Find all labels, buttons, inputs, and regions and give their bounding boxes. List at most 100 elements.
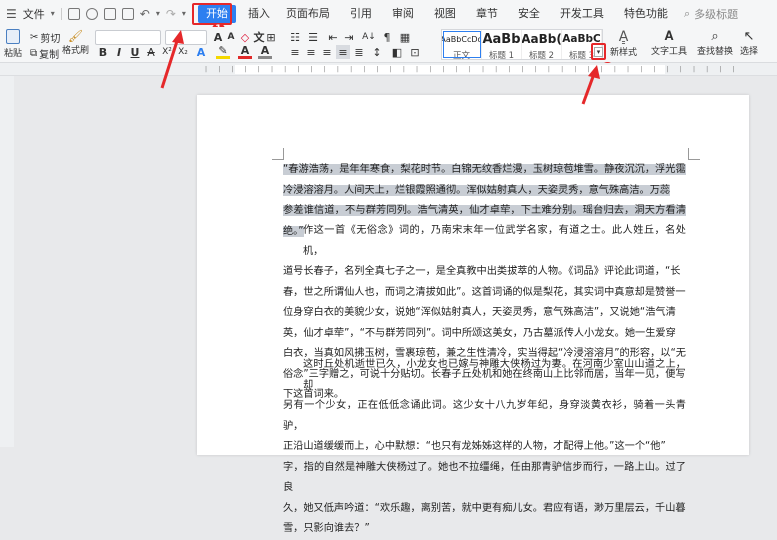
strikethrough-icon[interactable]: A	[144, 45, 158, 59]
select-button[interactable]: ↖ 选择	[740, 29, 758, 57]
bold-button[interactable]: B	[96, 45, 110, 59]
cut-button[interactable]: ✂ 剪切	[30, 30, 60, 45]
subscript-icon[interactable]: X₂	[176, 45, 190, 59]
paste-icon	[6, 29, 20, 44]
font-size-select[interactable]	[165, 30, 207, 45]
margin-corner-tr	[688, 148, 700, 160]
tab-features[interactable]: 特色功能	[614, 0, 678, 27]
font-name-select[interactable]	[95, 30, 161, 45]
shrink-font-icon[interactable]: A	[224, 30, 238, 44]
line-spacing-icon[interactable]: ↕	[370, 45, 384, 59]
tab-developer[interactable]: 开发工具	[550, 0, 614, 27]
numbering-icon[interactable]: ☰	[306, 30, 320, 44]
bullets-icon[interactable]: ☷	[288, 30, 302, 44]
select-label: 选择	[740, 47, 759, 57]
style-heading-2[interactable]: AaBb( 标题 2	[522, 30, 562, 59]
undo-icon[interactable]: ↶	[140, 7, 150, 21]
vertical-ruler[interactable]	[0, 76, 14, 447]
quote-line: 冷浸溶溶月。人间天上，烂银霞照通彻。浑似姑射真人，天姿灵秀，意气殊高洁。万蕊	[283, 181, 686, 202]
text-tools-label: 文字工具	[651, 47, 688, 57]
clear-format-icon[interactable]: ◇	[238, 30, 252, 44]
margin-corner-tl	[272, 148, 284, 160]
underline-button[interactable]: U	[128, 45, 142, 59]
text-line: 另有一个少女，正在低低念诵此词。这少女十八九岁年纪，身穿淡黄衣衫，骑着一头青驴，	[283, 400, 686, 432]
quote-text: 冷浸溶溶月。人间天上，烂银霞照通彻。浑似姑射真人，天姿灵秀，意气殊高洁。万蕊	[283, 184, 671, 196]
new-style-icon: A͇	[618, 29, 629, 45]
highlight-icon[interactable]: ✎	[216, 44, 230, 59]
font-color-icon[interactable]: A	[238, 44, 252, 59]
menu-icon[interactable]: ☰	[6, 7, 17, 21]
style-name: 标题 1	[488, 51, 515, 59]
search-box[interactable]: ⌕ 多级标题	[684, 6, 738, 22]
quote-line: “春游浩荡，是年年寒食，梨花时节。白锦无纹香烂漫，玉树琼苞堆雪。静夜沉沉，浮光霭	[283, 160, 686, 181]
new-style-button[interactable]: A͇ 新样式	[610, 29, 637, 58]
divider	[60, 7, 62, 20]
ribbon-toolbar: 粘贴 ✂ 剪切 ⧉ 复制 🖌 格式刷 A A ◇ 文 ⊞ B I U A X² X₂…	[0, 27, 777, 75]
save-icon[interactable]	[67, 7, 80, 20]
file-menu[interactable]: 文件	[23, 6, 45, 22]
paste-button[interactable]: 粘贴	[4, 29, 22, 59]
chevron-down-icon[interactable]: ▾	[51, 9, 55, 18]
text-line: 这时丘处机逝世已久，小龙女也已嫁与神雕大侠杨过为妻。在河南少室山山道之上，却	[303, 359, 686, 391]
cursor-icon: ↖	[743, 29, 755, 44]
highlight-box-home	[191, 3, 232, 25]
text-line: 道号长春子，名列全真七子之一，是全真教中出类拔萃的人物。《词品》评论此词道，“长	[283, 266, 681, 277]
brush-icon: 🖌	[67, 29, 84, 43]
tab-review[interactable]: 审阅	[382, 0, 424, 27]
tab-references[interactable]: 引用	[340, 0, 382, 27]
find-replace-label: 查找替换	[697, 47, 734, 57]
style-preview: AaBbCcDd	[442, 35, 482, 44]
horizontal-ruler[interactable]: | | | | | | | | | | | | | | | | | | | | | | | | | | | | | | | | | | | | | | | |…	[0, 63, 777, 76]
decrease-indent-icon[interactable]: ⇤	[326, 30, 340, 44]
style-name: 正文	[452, 51, 470, 59]
text-line: 位身穿白衣的美貌少女，说她“浑似姑射真人，天姿灵秀，意气殊高洁”，又说她“浩气清	[283, 307, 676, 318]
style-gallery: AaBbCcDd 正文 AaBb 标题 1 AaBb( 标题 2 AaBbC 标…	[441, 29, 603, 60]
tab-chapter[interactable]: 章节	[466, 0, 508, 27]
justify-icon[interactable]: ≡	[336, 45, 350, 59]
increase-indent-icon[interactable]: ⇥	[342, 30, 356, 44]
text-line: 作这一首《无俗念》词的，乃南宋末年一位武学名家，有道之士。此人姓丘，名处机，	[303, 225, 686, 257]
style-preview: AaBb(	[522, 32, 562, 46]
cut-label: 剪切	[40, 34, 61, 45]
print-preview-icon[interactable]	[121, 7, 134, 20]
tab-page-layout[interactable]: 页面布局	[276, 0, 340, 27]
quick-access: ☰ 文件 ▾ ↶ ▾ ↷ ▾	[0, 6, 192, 22]
align-left-icon[interactable]: ≡	[288, 45, 302, 59]
align-right-icon[interactable]: ≡	[320, 45, 334, 59]
text-effect-icon[interactable]: A	[194, 45, 208, 59]
shading-icon[interactable]: ◧	[390, 45, 404, 59]
table-icon[interactable]: ▦	[398, 30, 412, 44]
find-replace-button[interactable]: ⌕ 查找替换	[697, 29, 733, 57]
quote-text: “春游浩荡，是年年寒食，梨花时节。白锦无纹香烂漫，玉树琼苞堆雪。静夜沉沉，浮光霭	[283, 164, 686, 175]
tab-view[interactable]: 视图	[424, 0, 466, 27]
sort-icon[interactable]: A↓	[362, 30, 376, 44]
char-shading-icon[interactable]: A	[258, 44, 272, 59]
style-heading-1[interactable]: AaBb 标题 1	[482, 30, 522, 59]
find-icon: ⌕	[711, 29, 719, 44]
show-marks-icon[interactable]: ¶	[380, 30, 394, 44]
copy-button[interactable]: ⧉ 复制	[30, 46, 59, 61]
distribute-icon[interactable]: ≣	[352, 45, 366, 59]
superscript-icon[interactable]: X²	[160, 45, 174, 59]
style-normal[interactable]: AaBbCcDd 正文	[442, 30, 482, 59]
paragraph-2[interactable]: 这时丘处机逝世已久，小龙女也已嫁与神雕大侠杨过为妻。在河南少室山山道之上，却 另…	[283, 355, 686, 540]
text-tools-button[interactable]: 𝐀 文字工具	[651, 29, 687, 57]
tab-security[interactable]: 安全	[508, 0, 550, 27]
borders-icon[interactable]: ⊡	[408, 45, 422, 59]
menu-bar: ☰ 文件 ▾ ↶ ▾ ↷ ▾ 开始 1 插入 页面布局 引用 审阅 视图 章节 …	[0, 0, 777, 36]
italic-button[interactable]: I	[112, 45, 126, 59]
redo-icon[interactable]: ↷	[166, 7, 176, 21]
text-tools-icon: 𝐀	[664, 29, 674, 44]
chevron-down-icon[interactable]: ▾	[156, 9, 160, 18]
ruler-ticks: | | | | | | | | | | | | | | | | | | | | | | | | | | | | | | | | | | | | | | | |…	[205, 66, 735, 73]
print-icon[interactable]	[103, 7, 116, 20]
export-pdf-icon[interactable]	[85, 7, 98, 20]
chevron-down-icon[interactable]: ▾	[182, 9, 186, 18]
tab-insert[interactable]: 插入	[242, 0, 276, 27]
format-painter-button[interactable]: 🖌 格式刷	[62, 29, 89, 56]
grow-font-icon[interactable]: A	[211, 30, 225, 44]
border-icon[interactable]: ⊞	[264, 30, 278, 44]
search-icon: ⌕	[683, 6, 691, 20]
align-center-icon[interactable]: ≡	[304, 45, 318, 59]
copy-icon: ⧉	[30, 48, 38, 59]
